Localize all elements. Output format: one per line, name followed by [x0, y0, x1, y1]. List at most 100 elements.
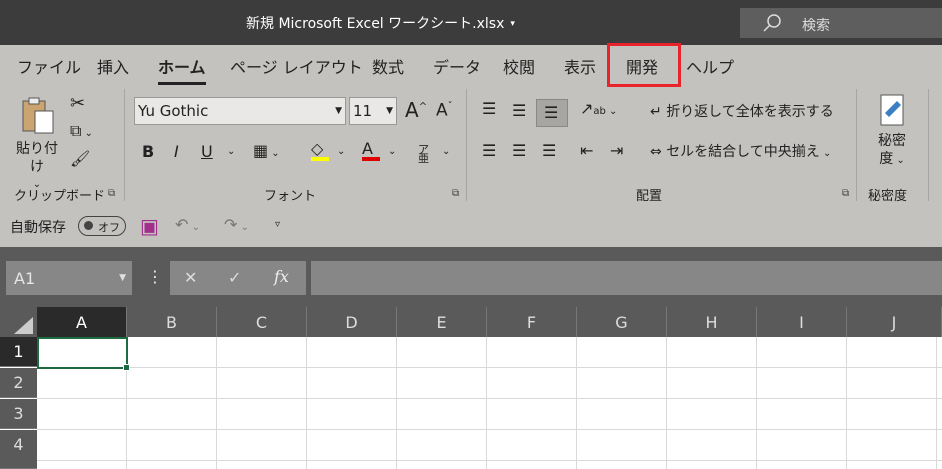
- column-header[interactable]: C: [217, 307, 307, 337]
- alignment-launcher-icon[interactable]: ⧉: [842, 188, 849, 199]
- tab-review[interactable]: 校閲: [503, 54, 535, 78]
- tab-file[interactable]: ファイル: [17, 54, 81, 78]
- font-color-button[interactable]: A: [362, 141, 380, 161]
- autosave-label: 自動保存: [10, 220, 66, 236]
- quick-access-toolbar: 自動保存 オフ ▣ ↶ ⌄ ↷ ⌄ ▿: [0, 205, 942, 247]
- insert-function-icon[interactable]: fx: [274, 269, 289, 285]
- cut-icon[interactable]: ✂: [70, 95, 85, 113]
- column-header[interactable]: D: [307, 307, 397, 337]
- formula-buttons: ✕ ✓ fx: [170, 261, 306, 295]
- wrap-text-button[interactable]: ↵ 折り返して全体を表示する: [650, 105, 834, 119]
- title-chevron-down-icon[interactable]: ▾: [510, 19, 515, 29]
- column-header[interactable]: E: [397, 307, 487, 337]
- align-middle-icon[interactable]: ☰: [512, 103, 526, 119]
- italic-button[interactable]: I: [174, 144, 179, 160]
- shrink-font-icon[interactable]: Aˇ: [436, 102, 453, 120]
- sensitivity-icon: [880, 94, 904, 126]
- merge-center-button[interactable]: ⇔ セルを結合して中央揃え ⌄: [650, 145, 831, 159]
- font-size-select[interactable]: 11 ▼: [349, 97, 397, 125]
- tab-page-layout[interactable]: ページ レイアウト: [230, 54, 363, 78]
- select-all-corner[interactable]: [0, 307, 37, 337]
- underline-chevron-down-icon[interactable]: ⌄: [227, 147, 235, 157]
- window-title[interactable]: 新規 Microsoft Excel ワークシート.xlsx ▾: [246, 13, 515, 33]
- formula-input[interactable]: [311, 261, 942, 295]
- bold-button[interactable]: B: [142, 144, 154, 160]
- column-header[interactable]: G: [577, 307, 667, 337]
- column-header[interactable]: J: [847, 307, 942, 337]
- search-placeholder: 検索: [802, 18, 830, 34]
- more-options-icon[interactable]: ⋮: [147, 269, 163, 285]
- grow-font-icon[interactable]: A^: [405, 100, 427, 120]
- align-bottom-button[interactable]: ☰: [536, 99, 568, 127]
- paste-label: 貼り付け: [16, 141, 58, 175]
- font-group-label: フォント: [264, 189, 317, 204]
- paste-icon: [22, 97, 54, 134]
- column-header[interactable]: I: [757, 307, 847, 337]
- copy-icon[interactable]: ⧉ ⌄: [70, 123, 93, 139]
- undo-icon[interactable]: ↶ ⌄: [175, 217, 200, 233]
- save-icon[interactable]: ▣: [140, 216, 159, 236]
- cancel-icon[interactable]: ✕: [184, 270, 197, 286]
- sensitivity-label-2: 度 ⌄: [879, 151, 905, 167]
- align-top-icon[interactable]: ☰: [482, 101, 496, 117]
- furigana-chevron-down-icon[interactable]: ⌄: [442, 147, 450, 157]
- decrease-indent-icon[interactable]: ⇤: [580, 143, 593, 159]
- font-color-chevron-down-icon[interactable]: ⌄: [388, 147, 396, 157]
- align-left-icon[interactable]: ☰: [482, 143, 496, 159]
- increase-indent-icon[interactable]: ⇥: [610, 143, 623, 159]
- cell-area[interactable]: [37, 337, 942, 469]
- orientation-icon[interactable]: ↗ab ⌄: [580, 101, 617, 117]
- autosave-toggle[interactable]: オフ: [78, 216, 126, 236]
- format-painter-icon[interactable]: 🖌: [70, 151, 90, 167]
- tab-insert[interactable]: 挿入: [97, 54, 129, 78]
- paste-button[interactable]: 貼り付け ⌄: [10, 95, 64, 194]
- font-launcher-icon[interactable]: ⧉: [452, 188, 459, 199]
- alignment-group-label: 配置: [636, 189, 663, 204]
- furigana-icon[interactable]: ア亜: [418, 144, 432, 164]
- tab-view[interactable]: 表示: [564, 54, 596, 78]
- search-box[interactable]: 検索: [740, 8, 942, 38]
- paint-bucket-icon: ◇: [311, 139, 324, 158]
- clipboard-launcher-icon[interactable]: ⧉: [108, 188, 115, 199]
- tab-help[interactable]: ヘルプ: [686, 54, 734, 78]
- enter-icon[interactable]: ✓: [228, 270, 241, 286]
- search-icon: [763, 14, 781, 32]
- sensitivity-button[interactable]: 秘密 度 ⌄: [866, 93, 918, 170]
- group-divider: [124, 89, 125, 201]
- row-header[interactable]: 1: [0, 337, 37, 367]
- column-header[interactable]: A: [37, 307, 127, 337]
- chevron-down-icon: ▼: [335, 106, 342, 116]
- column-header[interactable]: H: [667, 307, 757, 337]
- align-center-icon[interactable]: ☰: [512, 143, 526, 159]
- row-header[interactable]: 4: [0, 430, 37, 469]
- fill-color-button[interactable]: ◇: [311, 141, 329, 161]
- redo-icon[interactable]: ↷ ⌄: [224, 217, 249, 233]
- underline-button[interactable]: U: [201, 144, 213, 160]
- row-header[interactable]: 3: [0, 399, 37, 429]
- tab-home[interactable]: ホーム: [158, 54, 206, 85]
- align-right-icon[interactable]: ☰: [542, 143, 556, 159]
- developer-tab-highlight: [607, 43, 681, 87]
- chevron-down-icon: ▼: [386, 106, 393, 116]
- column-header[interactable]: F: [487, 307, 577, 337]
- tab-data[interactable]: データ: [433, 54, 481, 78]
- column-header[interactable]: B: [127, 307, 217, 337]
- borders-icon[interactable]: ▦ ⌄: [253, 143, 280, 159]
- ribbon: ファイル 挿入 ホーム ページ レイアウト 数式 データ 校閲 表示 開発 ヘル…: [0, 45, 942, 247]
- sensitivity-label-1: 秘密: [878, 133, 906, 149]
- formula-bar-area: A1 ▼ ⋮ ✕ ✓ fx: [0, 247, 942, 307]
- fill-color-chevron-down-icon[interactable]: ⌄: [337, 147, 345, 157]
- active-cell[interactable]: [37, 337, 130, 371]
- align-bottom-icon: ☰: [544, 103, 559, 122]
- font-name-select[interactable]: Yu Gothic ▼: [134, 97, 346, 125]
- title-bar: 新規 Microsoft Excel ワークシート.xlsx ▾ 検索: [0, 0, 942, 45]
- sensitivity-group-label: 秘密度: [868, 189, 908, 204]
- customize-qat-icon[interactable]: ▿: [275, 220, 280, 230]
- name-box[interactable]: A1 ▼: [6, 261, 132, 295]
- row-header[interactable]: 2: [0, 368, 37, 398]
- group-divider: [856, 89, 857, 201]
- merge-icon: ⇔: [650, 144, 667, 160]
- tab-formulas[interactable]: 数式: [372, 54, 404, 78]
- clipboard-group-label: クリップボード: [14, 189, 106, 204]
- group-divider: [466, 89, 467, 201]
